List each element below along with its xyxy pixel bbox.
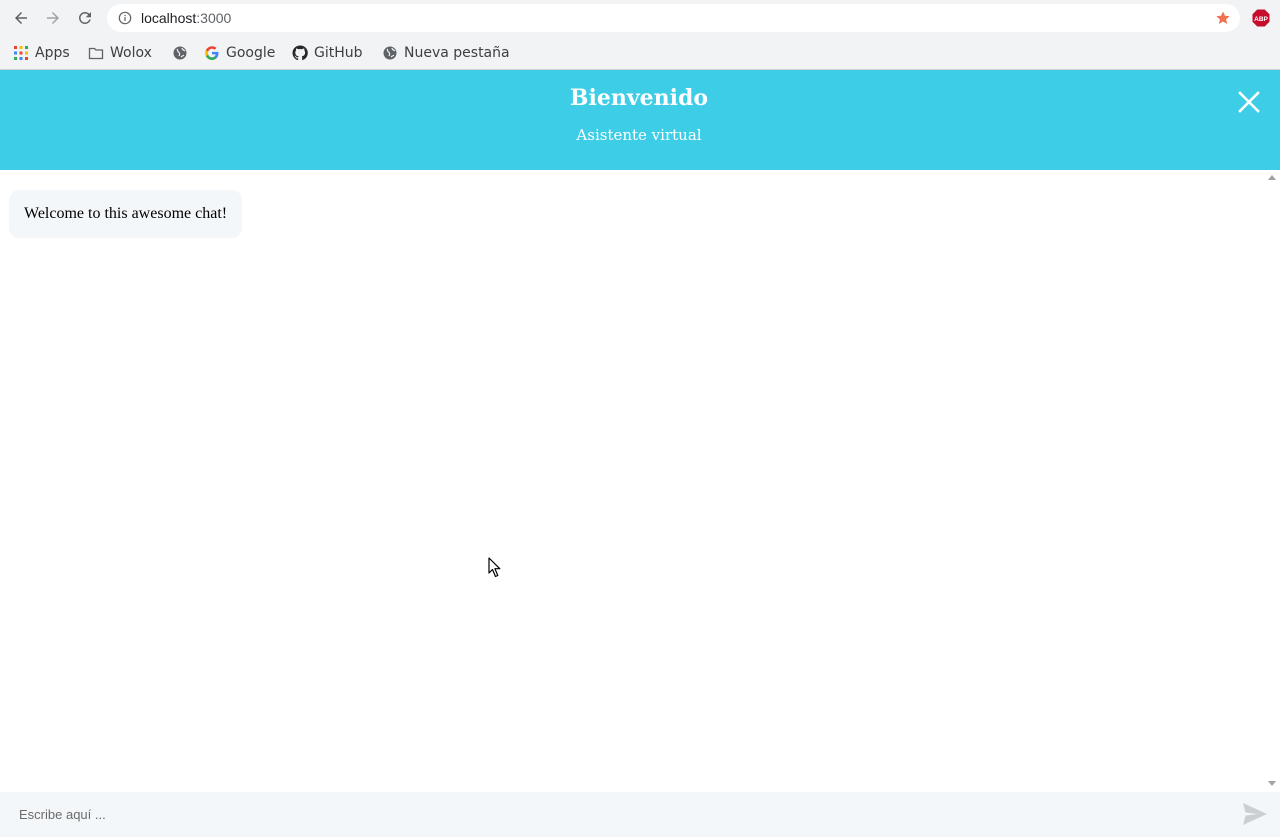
bookmark-label: Wolox bbox=[110, 45, 152, 61]
browser-toolbar: localhost:3000 ABP bbox=[0, 0, 1280, 36]
bookmark-apps[interactable]: Apps bbox=[13, 42, 70, 64]
adblock-plus-icon[interactable]: ABP bbox=[1252, 9, 1270, 27]
bot-message: Welcome to this awesome chat! bbox=[9, 190, 243, 238]
bookmark-label: Google bbox=[226, 45, 276, 61]
chat-title: Bienvenido bbox=[569, 85, 709, 111]
messages-scrollbar[interactable] bbox=[1265, 170, 1280, 792]
bookmark-github[interactable]: GitHub bbox=[292, 42, 363, 64]
message-composer bbox=[0, 792, 1280, 837]
scroll-up-icon[interactable] bbox=[1268, 175, 1276, 180]
bookmark-globe[interactable] bbox=[172, 42, 188, 64]
url-port: :3000 bbox=[196, 10, 232, 26]
url-host: localhost bbox=[141, 10, 197, 26]
globe-icon bbox=[383, 46, 397, 60]
adblock-label: ABP bbox=[1254, 16, 1268, 23]
bookmark-label: GitHub bbox=[314, 45, 363, 61]
send-icon[interactable] bbox=[1242, 802, 1268, 826]
reload-icon bbox=[78, 11, 91, 24]
google-icon bbox=[205, 46, 219, 60]
bookmark-label: Apps bbox=[35, 45, 70, 61]
message-list: Welcome to this awesome chat! bbox=[0, 170, 1265, 792]
folder-icon bbox=[88, 47, 104, 60]
apps-grid-icon bbox=[14, 46, 28, 60]
reload-button[interactable] bbox=[73, 6, 97, 30]
arrow-left-icon bbox=[15, 12, 27, 24]
close-icon[interactable] bbox=[1236, 89, 1262, 115]
bookmark-google[interactable]: Google bbox=[204, 42, 275, 64]
scroll-down-icon[interactable] bbox=[1268, 781, 1276, 786]
bookmarks-bar: Apps Wolox Google GitHub Nueva pestaña bbox=[0, 36, 1280, 70]
message-input[interactable] bbox=[0, 792, 1225, 837]
forward-button[interactable] bbox=[41, 6, 65, 30]
url-text: localhost:3000 bbox=[141, 10, 231, 26]
mouse-cursor-icon bbox=[488, 557, 501, 578]
bookmark-star-icon[interactable] bbox=[1215, 10, 1231, 26]
github-icon bbox=[292, 45, 308, 61]
bookmark-label: Nueva pestaña bbox=[404, 45, 510, 61]
bookmark-wolox[interactable]: Wolox bbox=[88, 42, 152, 64]
bookmark-nueva-pestana[interactable]: Nueva pestaña bbox=[382, 42, 510, 64]
back-button[interactable] bbox=[9, 6, 33, 30]
arrow-right-icon bbox=[47, 12, 59, 24]
info-icon[interactable] bbox=[118, 11, 132, 25]
address-bar[interactable]: localhost:3000 bbox=[107, 4, 1240, 32]
chat-subtitle: Asistente virtual bbox=[576, 126, 702, 144]
chat-header: Bienvenido Asistente virtual bbox=[0, 70, 1280, 170]
globe-icon bbox=[173, 46, 187, 60]
